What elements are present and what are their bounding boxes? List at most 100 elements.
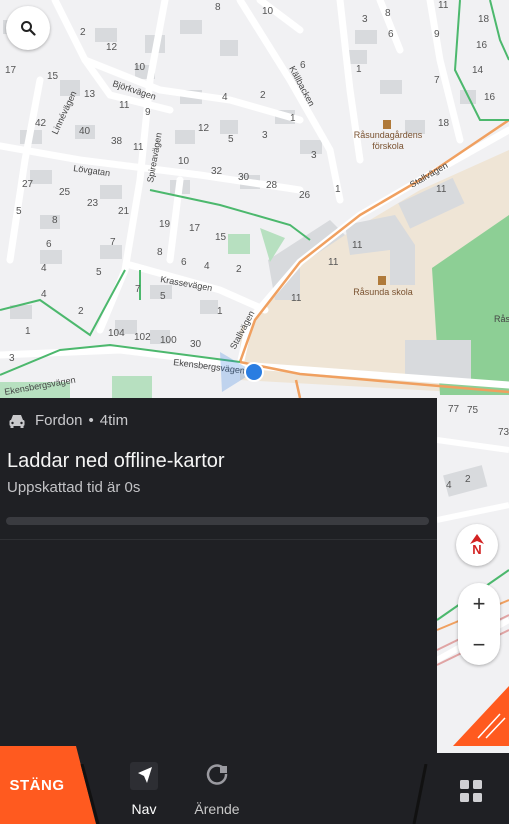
- svg-text:7: 7: [434, 75, 440, 86]
- panel-title: Laddar ned offline-kartor: [7, 450, 225, 472]
- svg-text:3: 3: [362, 14, 368, 25]
- vehicle-row[interactable]: Fordon • 4tim: [8, 412, 128, 429]
- svg-text:4: 4: [41, 289, 47, 300]
- svg-text:11: 11: [438, 0, 449, 11]
- svg-text:2: 2: [465, 474, 471, 485]
- svg-text:26: 26: [299, 190, 311, 201]
- svg-text:104: 104: [108, 328, 125, 339]
- svg-text:32: 32: [211, 166, 223, 177]
- panel-subtitle: Uppskattad tid är 0s: [7, 479, 141, 496]
- svg-text:15: 15: [47, 71, 59, 82]
- svg-text:11: 11: [133, 142, 144, 153]
- svg-text:3: 3: [311, 150, 317, 161]
- svg-text:17: 17: [189, 223, 201, 234]
- svg-text:40: 40: [79, 126, 91, 137]
- svg-text:15: 15: [215, 232, 227, 243]
- svg-text:10: 10: [262, 6, 274, 17]
- svg-text:1: 1: [217, 306, 223, 317]
- svg-text:2: 2: [260, 90, 266, 101]
- svg-text:73: 73: [498, 427, 509, 438]
- svg-text:19: 19: [159, 219, 171, 230]
- svg-text:5: 5: [228, 134, 234, 145]
- svg-text:21: 21: [118, 206, 130, 217]
- svg-text:5: 5: [160, 291, 166, 302]
- svg-text:1: 1: [25, 326, 31, 337]
- svg-text:100: 100: [160, 335, 177, 346]
- svg-text:8: 8: [215, 2, 221, 13]
- svg-text:2: 2: [236, 264, 242, 275]
- svg-text:12: 12: [106, 42, 118, 53]
- search-button[interactable]: [6, 6, 50, 50]
- svg-text:77: 77: [448, 404, 460, 415]
- edge-label: Rås: [494, 314, 509, 324]
- svg-text:1: 1: [356, 64, 362, 75]
- svg-text:3: 3: [9, 353, 15, 364]
- svg-text:5: 5: [16, 206, 22, 217]
- svg-text:11: 11: [352, 240, 363, 251]
- svg-text:10: 10: [178, 156, 190, 167]
- zoom-in-button[interactable]: +: [473, 591, 486, 617]
- download-progress-bar: [6, 517, 429, 525]
- svg-text:23: 23: [87, 198, 99, 209]
- svg-text:18: 18: [478, 14, 490, 25]
- svg-text:42: 42: [35, 118, 47, 129]
- svg-text:13: 13: [84, 89, 96, 100]
- search-icon: [21, 21, 36, 36]
- vehicle-label: Fordon: [35, 412, 83, 429]
- svg-text:10: 10: [134, 62, 146, 73]
- svg-text:4: 4: [222, 92, 228, 103]
- svg-text:8: 8: [157, 247, 163, 258]
- poi-label-school: Råsunda skola: [353, 287, 413, 297]
- svg-text:18: 18: [438, 118, 450, 129]
- svg-text:11: 11: [328, 257, 339, 268]
- nav-tab[interactable]: Nav: [114, 762, 174, 817]
- svg-text:28: 28: [266, 180, 278, 191]
- svg-text:4: 4: [204, 261, 210, 272]
- svg-text:5: 5: [96, 267, 102, 278]
- svg-text:2: 2: [78, 306, 84, 317]
- duration-label: 4tim: [99, 412, 129, 429]
- bottom-divider-left: [80, 764, 100, 824]
- compass-button[interactable]: N: [456, 524, 498, 566]
- svg-text:7: 7: [135, 284, 141, 295]
- svg-text:30: 30: [190, 339, 202, 350]
- zoom-out-button[interactable]: −: [473, 632, 486, 658]
- apps-grid-icon[interactable]: [456, 776, 486, 806]
- svg-text:4: 4: [446, 480, 452, 491]
- svg-text:38: 38: [111, 136, 123, 147]
- svg-text:17: 17: [5, 65, 17, 76]
- svg-text:16: 16: [476, 40, 488, 51]
- svg-text:2: 2: [80, 27, 86, 38]
- car-icon: [9, 414, 25, 428]
- svg-text:8: 8: [385, 8, 391, 19]
- svg-text:11: 11: [119, 100, 130, 111]
- svg-text:4: 4: [41, 263, 47, 274]
- svg-text:3: 3: [262, 130, 268, 141]
- svg-text:6: 6: [46, 239, 52, 250]
- svg-text:11: 11: [436, 184, 447, 195]
- svg-text:9: 9: [145, 107, 151, 118]
- svg-text:27: 27: [22, 179, 34, 190]
- navigation-arrow-icon: [130, 762, 158, 790]
- svg-text:7: 7: [110, 237, 116, 248]
- svg-text:8: 8: [52, 215, 58, 226]
- svg-text:6: 6: [181, 257, 187, 268]
- svg-text:102: 102: [134, 332, 151, 343]
- errand-tab[interactable]: Ärende: [187, 762, 247, 817]
- errand-tab-label: Ärende: [194, 801, 240, 817]
- nav-tab-label: Nav: [131, 801, 157, 817]
- errand-icon: [206, 764, 228, 785]
- svg-text:1: 1: [335, 184, 341, 195]
- compass-label: N: [472, 542, 482, 557]
- svg-text:16: 16: [484, 92, 496, 103]
- svg-text:9: 9: [434, 29, 440, 40]
- zoom-control: + −: [458, 583, 500, 665]
- close-button-label[interactable]: STÄNG: [0, 777, 74, 794]
- svg-text:12: 12: [198, 123, 210, 134]
- separator: •: [88, 412, 94, 429]
- svg-text:14: 14: [472, 65, 484, 76]
- svg-text:25: 25: [59, 187, 71, 198]
- svg-text:30: 30: [238, 172, 250, 183]
- svg-text:6: 6: [300, 60, 306, 71]
- svg-text:6: 6: [388, 29, 394, 40]
